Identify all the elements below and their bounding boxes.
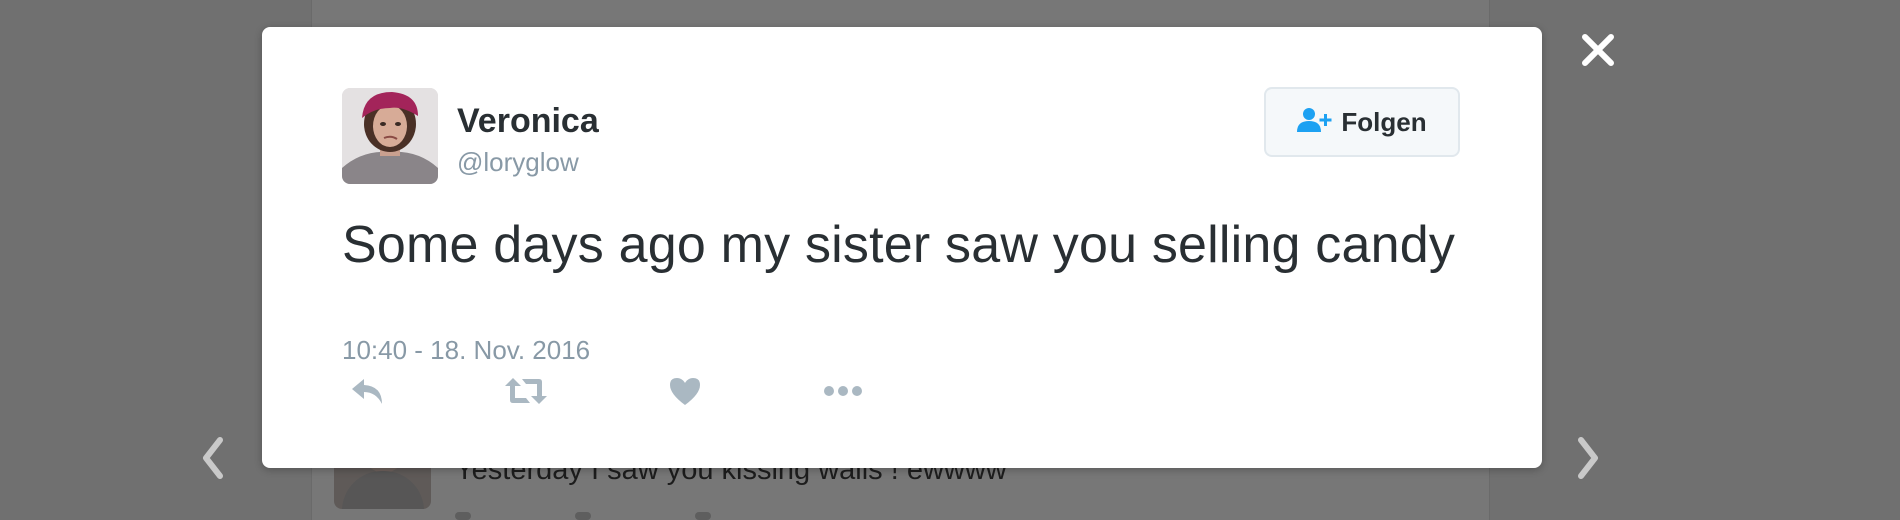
tweet-modal: Veronica @loryglow Folgen Some days ago … — [262, 27, 1542, 468]
follow-button[interactable]: Folgen — [1264, 87, 1460, 157]
display-name[interactable]: Veronica — [457, 102, 599, 141]
previous-tweet-button[interactable] — [193, 430, 233, 486]
reply-button[interactable] — [342, 367, 394, 415]
next-tweet-button[interactable] — [1568, 430, 1608, 486]
chevron-left-icon — [203, 437, 223, 479]
user-handle[interactable]: @loryglow — [457, 147, 579, 178]
reply-icon — [352, 379, 382, 404]
tweet-timestamp[interactable]: 10:40 - 18. Nov. 2016 — [342, 335, 590, 366]
close-button[interactable] — [1574, 26, 1622, 74]
like-button[interactable] — [659, 367, 711, 415]
retweet-button[interactable] — [500, 367, 552, 415]
more-icon — [824, 386, 862, 396]
retweet-icon — [505, 378, 547, 404]
tweet-text: Some days ago my sister saw you selling … — [342, 216, 1456, 274]
avatar-image — [342, 88, 438, 184]
like-icon — [670, 378, 700, 405]
background-tweet-actions — [455, 508, 855, 520]
add-user-icon — [1297, 107, 1333, 138]
avatar[interactable] — [342, 88, 438, 184]
chevron-right-icon — [1578, 437, 1598, 479]
close-icon — [1582, 34, 1614, 66]
follow-button-label: Folgen — [1341, 106, 1427, 137]
more-button[interactable] — [817, 367, 869, 415]
